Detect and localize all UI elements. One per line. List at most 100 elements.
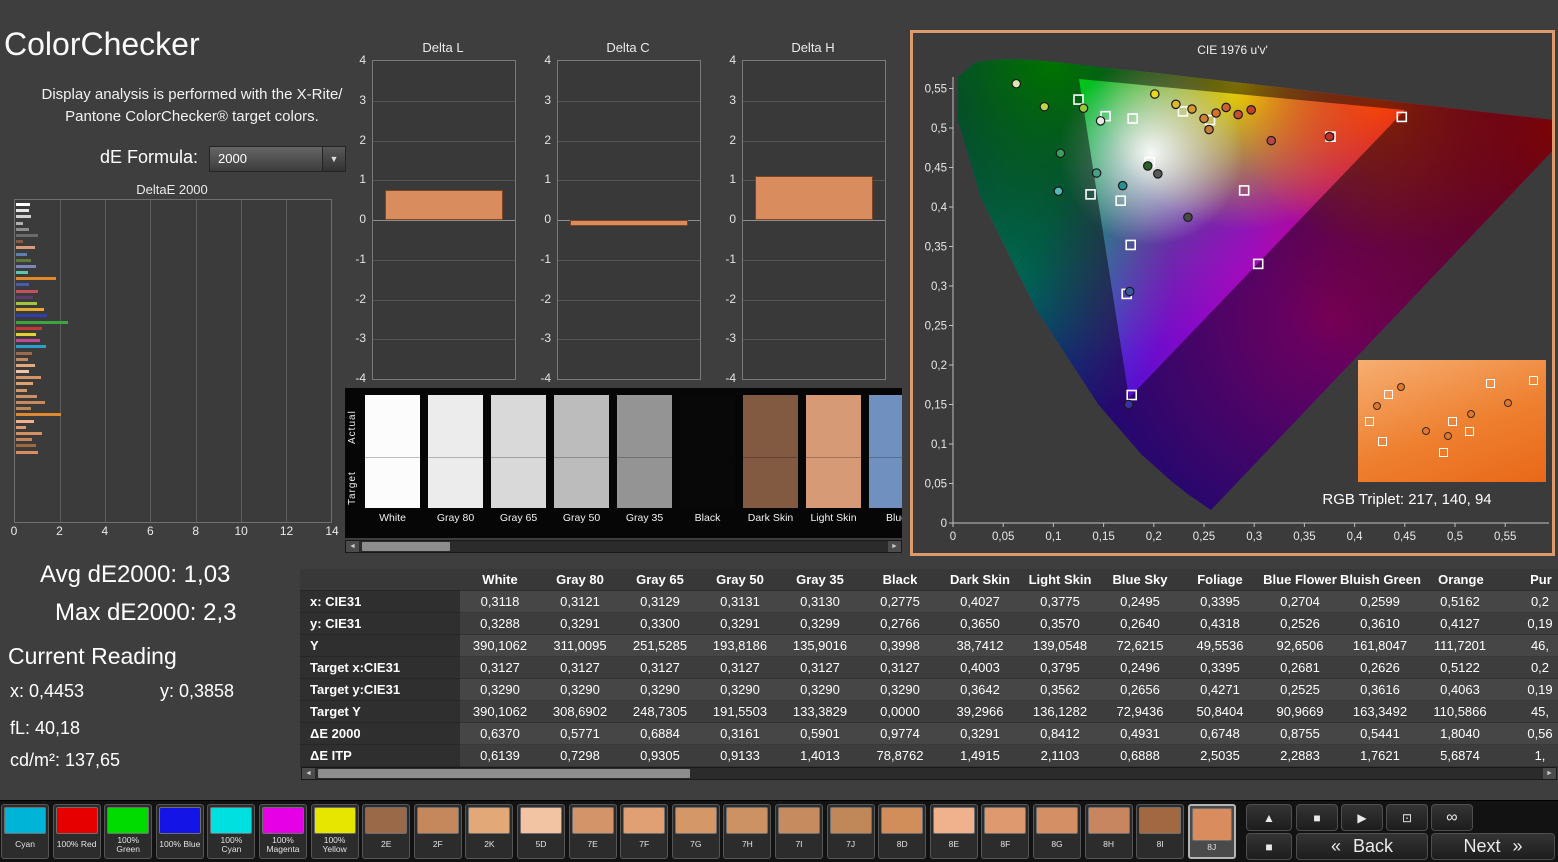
table-cell: 0,9133 xyxy=(700,745,780,767)
patch-button-label: 8H xyxy=(1103,839,1115,850)
swatch-actual-color xyxy=(869,395,902,457)
description-line-2: Pantone ColorChecker® target colors. xyxy=(65,107,319,125)
table-scrollbar[interactable]: ◄ ► xyxy=(301,767,1557,780)
table-cell: 0,6884 xyxy=(620,723,700,745)
patch-color-swatch xyxy=(674,807,717,834)
table-cell: 72,9436 xyxy=(1100,701,1180,723)
table-column-header: Blue Flower xyxy=(1260,569,1340,591)
table-cell: 1,4013 xyxy=(780,745,860,767)
patch-button-7j[interactable]: 7J xyxy=(826,804,875,859)
swatch-scrollbar-thumb[interactable] xyxy=(362,542,450,551)
patch-button-7e[interactable]: 7E xyxy=(568,804,617,859)
patch-button-2k[interactable]: 2K xyxy=(465,804,514,859)
patch-button-100-yellow[interactable]: 100% Yellow xyxy=(310,804,359,859)
deltae-bars xyxy=(16,203,330,457)
patch-button-label: 8I xyxy=(1156,839,1164,850)
delta-chart-plot xyxy=(742,60,886,380)
table-row: x: CIE31 0,3118 0,3121 0,3129 0,3131 0,3130 0,… xyxy=(300,591,1558,613)
patch-button-8g[interactable]: 8G xyxy=(1033,804,1081,859)
next-button[interactable]: Next » xyxy=(1431,833,1555,860)
table-cell: 0,3616 xyxy=(1340,679,1420,701)
patch-button-8i[interactable]: 8I xyxy=(1136,804,1185,859)
patch-button-100-blue[interactable]: 100% Blue xyxy=(155,804,204,859)
patch-color-swatch xyxy=(210,807,253,834)
table-row: ΔE 2000 0,6370 0,5771 0,6884 0,3161 0,5901 0,9… xyxy=(300,723,1558,745)
patch-button-label: Cyan xyxy=(15,839,35,850)
frame-button[interactable]: ⊡ xyxy=(1386,804,1428,831)
patch-button-8j[interactable]: 8J xyxy=(1187,804,1236,859)
patch-button-2f[interactable]: 2F xyxy=(413,804,462,859)
inset-target-marker xyxy=(1528,375,1538,385)
table-cell: 0,3795 xyxy=(1020,657,1100,679)
delta-bar xyxy=(570,220,688,226)
display-button[interactable]: ■ xyxy=(1246,833,1292,860)
table-cell: 0,5122 xyxy=(1420,657,1500,679)
swatch-dark-skin: Dark Skin xyxy=(743,395,798,524)
table-scrollbar-thumb[interactable] xyxy=(318,769,690,778)
delta-y-tick: -2 xyxy=(355,291,366,306)
table-column-header: Gray 80 xyxy=(540,569,620,591)
scroll-right-icon[interactable]: ► xyxy=(1543,768,1556,779)
patch-button-8d[interactable]: 8D xyxy=(878,804,927,859)
deltae-bar xyxy=(16,332,37,336)
table-cell: 0,3129 xyxy=(620,591,700,613)
play-button[interactable]: ▶ xyxy=(1341,804,1383,831)
patch-button-7g[interactable]: 7G xyxy=(671,804,720,859)
deltae-bar xyxy=(16,233,38,237)
patch-button-100-red[interactable]: 100% Red xyxy=(52,804,101,859)
back-button-label: Back xyxy=(1352,836,1394,856)
deltae-x-tick: 0 xyxy=(10,524,18,538)
patch-button-8e[interactable]: 8E xyxy=(929,804,978,859)
cie-tick-label: 0,2 xyxy=(931,360,947,372)
next-arrow-icon: » xyxy=(1512,836,1523,856)
table-row: ΔE ITP 0,6139 0,7298 0,9305 0,9133 1,4013 78,8… xyxy=(300,745,1558,767)
table-column-header: Gray 50 xyxy=(700,569,780,591)
patch-button-8f[interactable]: 8F xyxy=(981,804,1030,859)
scroll-right-icon[interactable]: ► xyxy=(888,541,901,552)
patch-button-7i[interactable]: 7I xyxy=(775,804,823,859)
deltae-bar xyxy=(16,308,45,312)
swatch-strip: Actual Target White Gray 80 Gray 65 Gray 50… xyxy=(345,388,902,538)
scroll-left-icon[interactable]: ◄ xyxy=(346,541,359,552)
patch-color-swatch xyxy=(520,807,562,834)
table-cell: 311,0095 xyxy=(540,635,620,657)
eject-button[interactable]: ▲ xyxy=(1246,804,1292,831)
table-cell: 0,3395 xyxy=(1180,591,1260,613)
patch-color-swatch xyxy=(416,807,459,834)
table-cell: 390,1062 xyxy=(460,701,540,723)
patch-button-100-green[interactable]: 100% Green xyxy=(104,804,153,859)
swatch-target-color xyxy=(869,457,902,508)
deltae-bar xyxy=(16,277,57,281)
patch-button-2e[interactable]: 2E xyxy=(362,804,411,859)
patch-button-5d[interactable]: 5D xyxy=(517,804,565,859)
swatch-scrollbar[interactable]: ◄ ► xyxy=(345,540,902,553)
deltae-x-tick: 8 xyxy=(192,524,200,538)
delta-y-tick: -1 xyxy=(725,251,736,266)
cie-measured-marker xyxy=(1091,168,1102,178)
cie-tick-label: 0,3 xyxy=(1246,531,1262,543)
back-arrow-icon: « xyxy=(1330,836,1341,856)
delta-y-tick: -2 xyxy=(725,291,736,306)
stop-button[interactable]: ■ xyxy=(1296,804,1338,831)
cie-measured-marker xyxy=(1246,105,1256,115)
delta-y-tick: -2 xyxy=(540,291,551,306)
patch-color-swatch xyxy=(623,807,666,834)
loop-button[interactable]: ∞ xyxy=(1431,804,1473,831)
back-button[interactable]: « Back xyxy=(1296,833,1428,860)
patch-button-100-magenta[interactable]: 100% Magenta xyxy=(259,804,307,859)
deltae-bar xyxy=(16,283,29,287)
scroll-left-icon[interactable]: ◄ xyxy=(302,768,315,779)
cie-measured-marker xyxy=(1221,102,1231,113)
patch-button-100-cyan[interactable]: 100% Cyan xyxy=(207,804,256,859)
deltae-bar xyxy=(16,407,31,411)
deltae-bar xyxy=(16,314,48,318)
patch-button-7f[interactable]: 7F xyxy=(620,804,669,859)
deltae-bar xyxy=(16,215,32,219)
table-column-header: White xyxy=(460,569,540,591)
patch-button-7h[interactable]: 7H xyxy=(723,804,772,859)
patch-button-cyan[interactable]: Cyan xyxy=(1,804,49,859)
table-cell: 0,2656 xyxy=(1100,679,1180,701)
patch-button-8h[interactable]: 8H xyxy=(1084,804,1133,859)
table-column-header: Foliage xyxy=(1180,569,1260,591)
de-formula-dropdown[interactable]: 2000 ▼ xyxy=(209,146,346,172)
